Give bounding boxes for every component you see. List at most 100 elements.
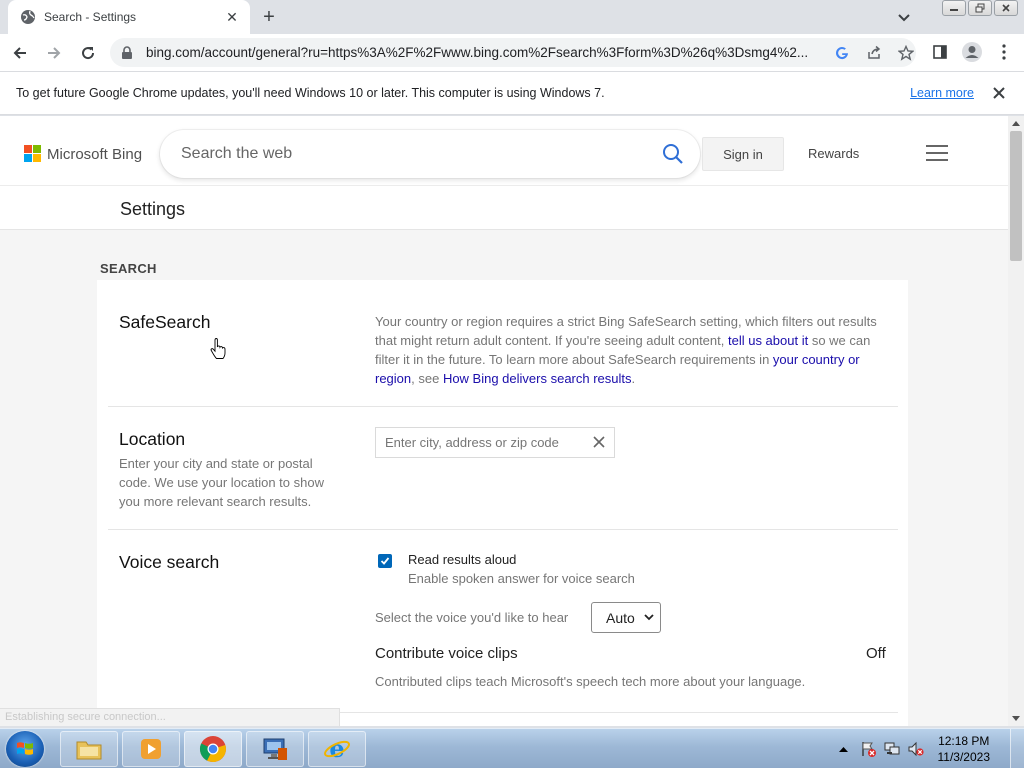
contribute-clips-desc: Contributed clips teach Microsoft's spee… [375,674,806,689]
action-center-flag-icon[interactable] [860,741,876,757]
voice-select-value: Auto [606,609,635,626]
profile-avatar-icon[interactable] [960,40,984,64]
hamburger-line [926,152,948,154]
share-icon[interactable] [864,43,884,63]
system-tray: 12:18 PM 11/3/2023 [836,729,1024,768]
scroll-down-arrow-icon[interactable] [1008,712,1024,726]
voice-search-title: Voice search [119,552,220,572]
back-button[interactable] [6,39,34,67]
forward-button[interactable] [40,39,68,67]
internet-explorer-taskbar-button[interactable]: e [308,731,366,767]
scroll-thumb[interactable] [1010,131,1022,261]
read-aloud-checkbox[interactable] [378,554,392,568]
media-player-taskbar-button[interactable] [122,731,180,767]
tab-title: Search - Settings [44,10,137,24]
divider [108,529,898,530]
location-title: Location [119,429,186,449]
tab-close-icon[interactable]: ✕ [222,7,242,27]
network-taskbar-button[interactable] [246,731,304,767]
voice-select[interactable]: Auto [591,602,661,633]
side-panel-icon[interactable] [928,40,952,64]
toolbar-right [928,40,1016,64]
volume-muted-icon[interactable] [908,741,924,757]
microsoft-bing-logo[interactable]: Microsoft Bing [24,145,142,163]
reload-icon [82,46,95,59]
network-icon[interactable] [884,741,900,757]
location-input[interactable] [385,435,585,450]
sign-in-button[interactable]: Sign in [702,137,784,171]
page-scrollbar[interactable] [1008,116,1024,726]
windows-taskbar: e 12:18 PM 11/3/2023 [0,728,1024,768]
status-bubble: Establishing secure connection... [0,708,340,726]
microsoft-logo-icon [24,145,42,163]
media-player-icon [141,739,161,759]
window-controls [942,0,1018,18]
show-hidden-icons-icon[interactable] [836,741,852,757]
reload-button[interactable] [74,39,102,67]
read-aloud-sub: Enable spoken answer for voice search [408,571,635,586]
logo-square-green [33,145,41,153]
restore-button[interactable] [968,0,992,16]
update-infobar: To get future Google Chrome updates, you… [0,71,1024,115]
lock-icon[interactable] [120,45,134,60]
chevron-down-icon [644,614,654,621]
bing-header: Microsoft Bing Sign in Rewards [0,116,1008,186]
settings-bar: Settings [0,186,1008,230]
chrome-icon [199,736,226,763]
bookmark-star-icon[interactable] [896,43,916,63]
learn-more-link[interactable]: Learn more [910,86,974,100]
new-tab-button[interactable]: + [256,5,282,29]
system-clock[interactable]: 12:18 PM 11/3/2023 [938,733,991,765]
contribute-clips-status[interactable]: Off [866,645,886,662]
show-desktop-button[interactable] [1010,729,1024,768]
tell-us-link[interactable]: tell us about it [728,333,808,348]
search-input[interactable] [181,145,641,163]
infobar-message: To get future Google Chrome updates, you… [16,86,605,100]
folder-icon [76,741,102,760]
clear-icon[interactable] [592,435,606,449]
hamburger-menu-icon[interactable] [926,145,948,161]
browser-tab[interactable]: Search - Settings ✕ [8,0,250,34]
section-heading: SEARCH [100,261,157,276]
chevron-down-icon[interactable] [892,8,916,28]
tab-strip: Search - Settings ✕ + [0,0,1024,34]
logo-square-blue [24,154,32,162]
hamburger-line [926,159,948,161]
minimize-button[interactable] [942,0,966,16]
hamburger-line [926,145,948,147]
location-field[interactable] [375,427,615,458]
location-description: Enter your city and state or postal code… [119,456,324,509]
search-icon[interactable] [662,143,684,165]
url-text[interactable]: bing.com/account/general?ru=https%3A%2F%… [146,45,820,60]
file-explorer-taskbar-button[interactable] [60,731,118,767]
start-button[interactable] [6,731,44,767]
logo-square-yellow [33,154,41,162]
rewards-link[interactable]: Rewards [808,146,859,161]
browser-toolbar: bing.com/account/general?ru=https%3A%2F%… [0,34,1024,71]
safesearch-text: , see [411,371,443,386]
page-title: Settings [120,199,186,219]
safesearch-text: . [631,371,636,386]
google-translate-icon[interactable] [832,43,852,63]
safesearch-title: SafeSearch [119,312,211,332]
bing-search-box[interactable] [160,130,700,178]
logo-square-red [24,145,32,153]
address-bar[interactable]: bing.com/account/general?ru=https%3A%2F%… [110,38,916,67]
computer-icon [263,738,287,760]
logo-text: Microsoft Bing [47,145,143,163]
hand-cursor-icon [210,338,226,359]
arrow-left-icon [13,46,26,59]
scroll-up-arrow-icon[interactable] [1008,116,1024,130]
arrow-right-icon [48,46,61,59]
internet-explorer-icon: e [324,735,350,763]
close-icon[interactable] [990,84,1008,102]
read-aloud-label[interactable]: Read results aloud [408,552,516,567]
kebab-menu-icon[interactable] [992,40,1016,64]
page-viewport: Microsoft Bing Sign in Rewards Settings … [0,116,1008,726]
safesearch-description: Your country or region requires a strict… [375,312,887,388]
close-window-button[interactable] [994,0,1018,16]
divider [108,406,898,407]
contribute-clips-title: Contribute voice clips [375,645,518,662]
how-bing-delivers-link[interactable]: How Bing delivers search results [443,371,632,386]
chrome-taskbar-button[interactable] [184,731,242,767]
